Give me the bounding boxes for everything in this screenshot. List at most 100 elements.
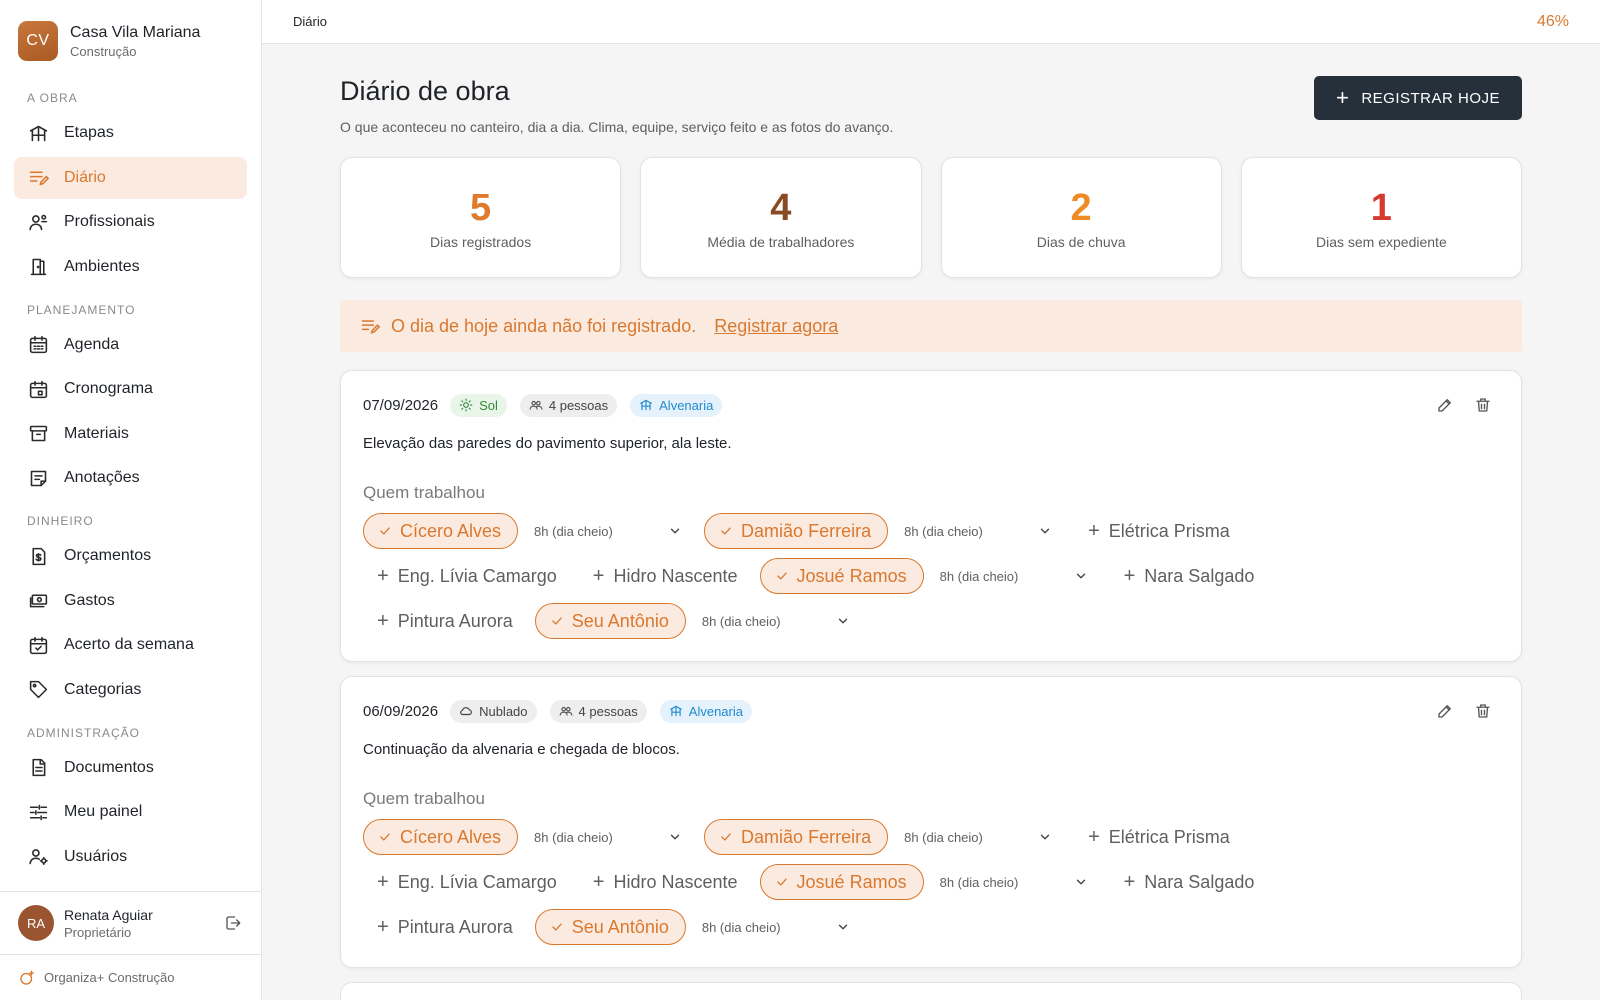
sidebar-item-ambientes[interactable]: Ambientes <box>14 246 247 288</box>
sliders-icon <box>27 801 49 823</box>
sidebar-item-documentos[interactable]: Documentos <box>14 747 247 789</box>
worker-name: Eng. Lívia Camargo <box>397 565 557 586</box>
worker-name: Elétrica Prisma <box>1108 826 1230 847</box>
add-worker-button[interactable]: + Pintura Aurora <box>363 909 527 945</box>
add-worker-button[interactable]: + Nara Salgado <box>1110 558 1269 594</box>
hours-select[interactable]: 8h (dia cheio) <box>702 614 850 629</box>
sidebar-item-label: Ambientes <box>64 257 140 275</box>
worker-chip[interactable]: Cícero Alves <box>363 819 519 855</box>
worker-selected: Cícero Alves 8h (dia cheio) <box>363 819 704 855</box>
brand[interactable]: CV Casa Vila Mariana Construção <box>0 0 261 82</box>
hours-select[interactable]: 8h (dia cheio) <box>904 830 1052 845</box>
hours-select[interactable]: 8h (dia cheio) <box>534 830 682 845</box>
worker-chip[interactable]: Josué Ramos <box>759 864 924 900</box>
entry-date: 07/09/2026 <box>363 396 439 414</box>
plus-icon: + <box>377 565 389 587</box>
worker-unselected: + Pintura Aurora <box>363 909 535 945</box>
sidebar-item-gastos[interactable]: Gastos <box>14 580 247 622</box>
plus-icon: + <box>1123 565 1136 587</box>
add-worker-button[interactable]: + Eng. Lívia Camargo <box>363 558 571 594</box>
worker-name: Hidro Nascente <box>613 565 738 586</box>
sidebar-item-acerto-da-semana[interactable]: Acerto da semana <box>14 624 247 666</box>
add-worker-button[interactable]: + Elétrica Prisma <box>1074 513 1244 549</box>
professionals-icon <box>27 211 49 233</box>
worker-name: Damião Ferreira <box>741 826 872 847</box>
worker-chip[interactable]: Seu Antônio <box>534 909 686 945</box>
cloud-icon <box>459 704 479 718</box>
delete-icon[interactable] <box>1473 395 1493 415</box>
progress-indicator: 46% <box>1536 12 1569 30</box>
stage-icon <box>639 398 659 412</box>
today-banner: O dia de hoje ainda não foi registrado. … <box>340 300 1522 352</box>
add-worker-button[interactable]: + Eng. Lívia Camargo <box>363 864 571 900</box>
sidebar-item-etapas[interactable]: Etapas <box>14 112 247 154</box>
edit-icon[interactable] <box>1435 395 1455 415</box>
add-worker-button[interactable]: + Nara Salgado <box>1110 864 1269 900</box>
sidebar-item-meu-painel[interactable]: Meu painel <box>14 791 247 833</box>
worker-unselected: + Nara Salgado <box>1110 558 1277 594</box>
chevron-down-icon <box>1038 524 1052 538</box>
worker-selected: Josué Ramos 8h (dia cheio) <box>759 558 1110 594</box>
add-worker-button[interactable]: + Elétrica Prisma <box>1074 819 1244 855</box>
worker-chip[interactable]: Cícero Alves <box>363 513 519 549</box>
stat-label: Dias sem expediente <box>1316 233 1447 250</box>
add-worker-button[interactable]: + Hidro Nascente <box>579 864 752 900</box>
worker-chip[interactable]: Seu Antônio <box>534 603 686 639</box>
logout-icon[interactable] <box>222 912 244 934</box>
check-icon <box>719 524 733 538</box>
worker-name: Seu Antônio <box>571 610 669 631</box>
avatar[interactable]: RA <box>18 905 54 941</box>
register-today-button[interactable]: + REGISTRAR HOJE <box>1314 76 1522 120</box>
sidebar-item-orcamentos[interactable]: Orçamentos <box>14 535 247 577</box>
worker-unselected: + Eng. Lívia Camargo <box>363 864 579 900</box>
check-icon <box>719 830 733 844</box>
workers-list: Cícero Alves 8h (dia cheio) Damião Ferreir… <box>363 513 1443 639</box>
sidebar-item-materiais[interactable]: Materiais <box>14 413 247 455</box>
sidebar-item-diario[interactable]: Diário <box>14 156 247 199</box>
chevron-down-icon <box>668 524 682 538</box>
hours-select[interactable]: 8h (dia cheio) <box>534 524 682 539</box>
worker-chip[interactable]: Josué Ramos <box>759 558 924 594</box>
sidebar-item-usuarios[interactable]: Usuários <box>14 836 247 878</box>
tag-icon <box>27 679 49 701</box>
nav-section-title: DINHEIRO <box>27 514 94 528</box>
add-worker-button[interactable]: + Pintura Aurora <box>363 603 527 639</box>
hours-select[interactable]: 8h (dia cheio) <box>940 569 1088 584</box>
sidebar-item-label: Categorias <box>64 680 142 698</box>
delete-icon[interactable] <box>1473 701 1493 721</box>
page-subtitle: O que aconteceu no canteiro, dia a dia. … <box>340 119 894 135</box>
worker-chip[interactable]: Damião Ferreira <box>704 819 889 855</box>
sidebar-item-cronograma[interactable]: Cronograma <box>14 368 247 410</box>
money-icon <box>27 590 49 612</box>
worker-selected: Josué Ramos 8h (dia cheio) <box>759 864 1110 900</box>
workers-list: Cícero Alves 8h (dia cheio) Damião Ferreir… <box>363 819 1443 945</box>
stat-card: 1 Dias sem expediente <box>1240 157 1522 278</box>
sidebar-item-categorias[interactable]: Categorias <box>14 669 247 711</box>
journal-icon <box>360 316 380 336</box>
invoice-icon <box>27 545 49 567</box>
check-icon <box>775 875 789 889</box>
hours-select[interactable]: 8h (dia cheio) <box>702 920 850 935</box>
worker-name: Hidro Nascente <box>613 871 738 892</box>
hours-select[interactable]: 8h (dia cheio) <box>904 524 1052 539</box>
add-worker-button[interactable]: + Hidro Nascente <box>579 558 752 594</box>
weather-label: Nublado <box>479 703 528 719</box>
sidebar-item-anotacoes[interactable]: Anotações <box>14 457 247 499</box>
register-now-link[interactable]: Registrar agora <box>714 316 838 337</box>
stage-icon <box>669 704 689 718</box>
worker-name: Eng. Lívia Camargo <box>397 871 557 892</box>
sidebar-item-profissionais[interactable]: Profissionais <box>14 201 247 243</box>
edit-icon[interactable] <box>1435 701 1455 721</box>
breadcrumb: Diário <box>293 14 327 29</box>
stat-card: 5 Dias registrados <box>340 157 622 278</box>
worker-name: Pintura Aurora <box>397 610 513 631</box>
worker-chip[interactable]: Damião Ferreira <box>704 513 889 549</box>
hours-value: 8h (dia cheio) <box>904 829 983 845</box>
worker-name: Cícero Alves <box>400 520 502 541</box>
stat-value: 5 <box>470 186 492 229</box>
sidebar-item-agenda[interactable]: Agenda <box>14 324 247 366</box>
people-icon <box>529 398 549 412</box>
chevron-down-icon <box>1074 875 1088 889</box>
entry-actions <box>1435 701 1493 721</box>
hours-select[interactable]: 8h (dia cheio) <box>940 875 1088 890</box>
